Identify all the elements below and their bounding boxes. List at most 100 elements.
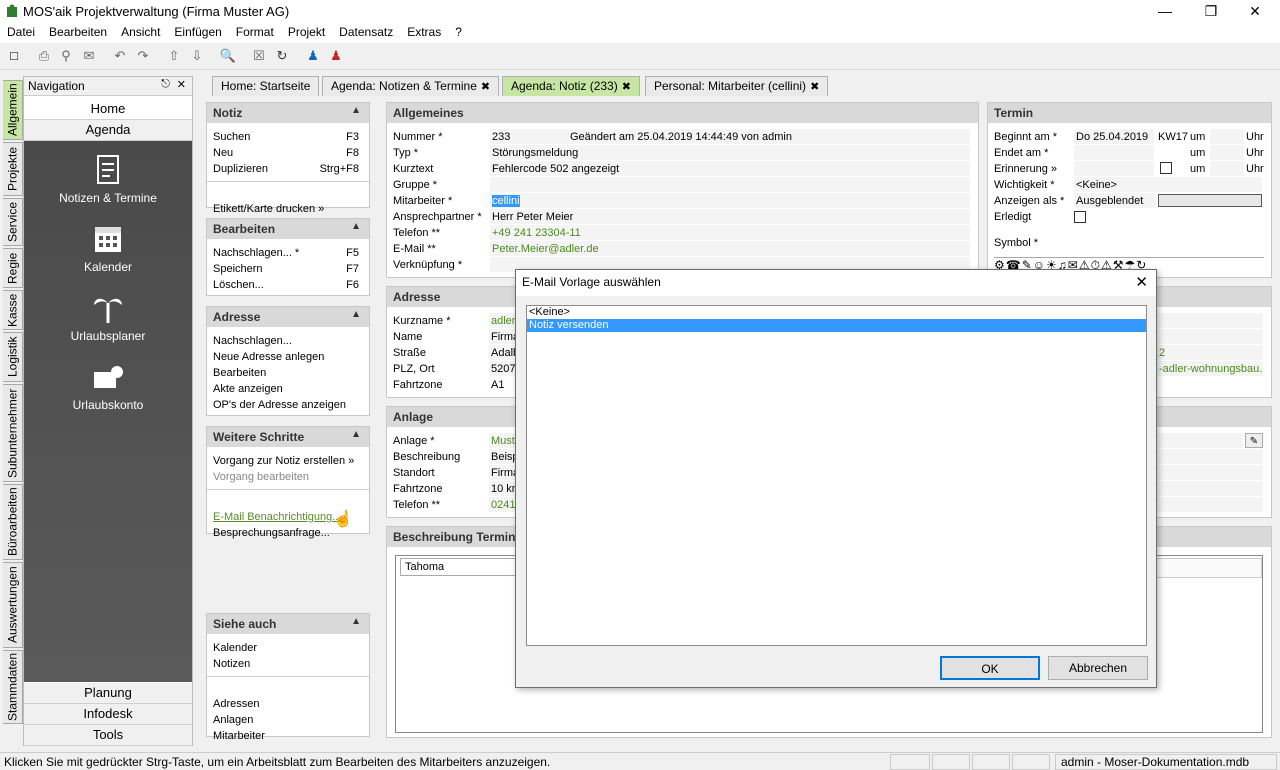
new-document-icon[interactable]: □	[5, 47, 23, 65]
print-preview-icon[interactable]: ⚲	[57, 47, 75, 65]
lookup-icon[interactable]: 🔍	[219, 47, 237, 65]
user-red-icon[interactable]: ♟	[327, 47, 345, 65]
collapse-icon[interactable]: ▲	[351, 105, 361, 116]
task-etikett-drucken[interactable]: Etikett/Karte drucken »	[207, 201, 369, 217]
task-ops-anzeigen[interactable]: OP's der Adresse anzeigen	[207, 397, 369, 413]
vtab-subunternehmer[interactable]: Subunternehmer	[3, 384, 23, 482]
erledigt-checkbox[interactable]	[1074, 211, 1086, 223]
erinnerung-checkbox[interactable]	[1160, 162, 1172, 174]
nav-home[interactable]: Home	[24, 99, 192, 120]
tab-personal[interactable]: Personal: Mitarbeiter (cellini) ✖	[645, 76, 829, 96]
link-adressen[interactable]: Adressen	[207, 696, 369, 712]
minimize-icon[interactable]: —	[1142, 0, 1188, 22]
nav-planung[interactable]: Planung	[24, 683, 192, 704]
print-icon[interactable]: ⎙	[35, 47, 53, 65]
panel-header[interactable]: Adresse ▲	[207, 307, 369, 327]
menu-help[interactable]: ?	[448, 22, 469, 39]
nav-item-urlaubskonto[interactable]: Urlaubskonto	[24, 360, 192, 412]
status-db: admin - Moser-Dokumentation.mdb	[1055, 754, 1277, 770]
move-up-icon[interactable]: ⇧	[165, 47, 183, 65]
undo-icon[interactable]: ↶	[111, 47, 129, 65]
menu-format[interactable]: Format	[229, 22, 281, 39]
close-tab-icon[interactable]: ✖	[481, 81, 490, 93]
link-notizen[interactable]: Notizen	[207, 656, 369, 672]
tab-agenda-notizen[interactable]: Agenda: Notizen & Termine ✖	[322, 76, 500, 96]
task-suchen[interactable]: Suchen F3	[207, 129, 369, 145]
task-vorgang-erstellen[interactable]: Vorgang zur Notiz erstellen »	[207, 453, 369, 469]
menu-bearbeiten[interactable]: Bearbeiten	[42, 22, 114, 39]
cancel-button[interactable]: Abbrechen	[1048, 656, 1148, 680]
collapse-icon[interactable]: ▲	[351, 221, 361, 232]
section-header: Termin	[988, 103, 1271, 123]
nav-item-notizen[interactable]: Notizen & Termine	[24, 153, 192, 205]
task-neue-adresse[interactable]: Neue Adresse anlegen	[207, 349, 369, 365]
font-selector[interactable]: Tahoma	[400, 558, 518, 576]
ok-button[interactable]: OK	[940, 656, 1040, 680]
menu-bar: Datei Bearbeiten Ansicht Einfügen Format Proj…	[0, 22, 1280, 43]
panel-header[interactable]: Bearbeiten ▲	[207, 219, 369, 239]
menu-datensatz[interactable]: Datensatz	[332, 22, 400, 39]
hand-cursor-icon: ☝	[333, 511, 353, 528]
user-blue-icon[interactable]: ♟	[304, 47, 322, 65]
tab-agenda-notiz[interactable]: Agenda: Notiz (233) ✖	[502, 76, 640, 96]
email-template-dialog: E-Mail Vorlage auswählen ✕ <Keine> Notiz…	[515, 269, 1157, 688]
link-mitarbeiter[interactable]: Mitarbeiter	[207, 728, 369, 744]
nav-agenda[interactable]: Agenda	[24, 120, 192, 141]
vtab-allgemein[interactable]: Allgemein	[3, 80, 23, 140]
task-adresse-nachschlagen[interactable]: Nachschlagen...	[207, 333, 369, 349]
template-list[interactable]: <Keine> Notiz versenden	[526, 305, 1147, 646]
task-duplizieren[interactable]: Duplizieren Strg+F8	[207, 161, 369, 177]
status-bar: Klicken Sie mit gedrückter Strg-Taste, u…	[0, 752, 1280, 770]
move-down-icon[interactable]: ⇩	[188, 47, 206, 65]
tab-home[interactable]: Home: Startseite	[212, 76, 320, 96]
menu-projekt[interactable]: Projekt	[281, 22, 332, 39]
nav-item-kalender[interactable]: Kalender	[24, 222, 192, 274]
panel-header[interactable]: Siehe auch ▲	[207, 614, 369, 634]
vtab-bueroarbeiten[interactable]: Büroarbeiten	[3, 484, 23, 560]
refresh-icon[interactable]: ↻	[273, 47, 291, 65]
menu-extras[interactable]: Extras	[400, 22, 448, 39]
close-tab-icon[interactable]: ✖	[810, 81, 819, 93]
nav-tools[interactable]: Tools	[24, 725, 192, 746]
link-kalender[interactable]: Kalender	[207, 640, 369, 656]
mail-icon[interactable]: ✉	[80, 47, 98, 65]
task-nachschlagen[interactable]: Nachschlagen... * F5	[207, 245, 369, 261]
list-item[interactable]: <Keine>	[527, 306, 1146, 319]
task-speichern[interactable]: Speichern F7	[207, 261, 369, 277]
vtab-stammdaten[interactable]: Stammdaten	[3, 650, 23, 724]
vtab-regie[interactable]: Regie	[3, 248, 23, 288]
close-nav-icon[interactable]: ✕	[177, 78, 186, 91]
collapse-icon[interactable]: ▲	[351, 616, 361, 627]
panel-header[interactable]: Weitere Schritte ▲	[207, 427, 369, 447]
task-loeschen[interactable]: Löschen... F6	[207, 277, 369, 293]
vtab-service[interactable]: Service	[3, 198, 23, 246]
close-tab-icon[interactable]: ✖	[622, 81, 631, 93]
panel-header[interactable]: Notiz ▲	[207, 103, 369, 123]
task-neu[interactable]: Neu F8	[207, 145, 369, 161]
nav-infodesk[interactable]: Infodesk	[24, 704, 192, 725]
collapse-icon[interactable]: ▲	[351, 429, 361, 440]
link-anlagen[interactable]: Anlagen	[207, 712, 369, 728]
pin-icon[interactable]: ⎋	[161, 78, 170, 91]
menu-ansicht[interactable]: Ansicht	[114, 22, 167, 39]
edit-pencil-icon[interactable]: ✎	[1245, 433, 1263, 448]
task-akte-anzeigen[interactable]: Akte anzeigen	[207, 381, 369, 397]
vtab-projekte[interactable]: Projekte	[3, 142, 23, 196]
field-kurztext: Kurztext Fehlercode 502 angezeigt	[387, 161, 978, 177]
vtab-auswertungen[interactable]: Auswertungen	[3, 562, 23, 648]
collapse-icon[interactable]: ▲	[351, 309, 361, 320]
menu-einfuegen[interactable]: Einfügen	[167, 22, 228, 39]
nav-item-urlaubsplaner[interactable]: Urlaubsplaner	[24, 291, 192, 343]
vtab-kasse[interactable]: Kasse	[3, 290, 23, 330]
app-icon	[5, 4, 19, 18]
redo-icon[interactable]: ↷	[134, 47, 152, 65]
dialog-close-icon[interactable]: ✕	[1135, 273, 1148, 291]
cancel-edit-icon[interactable]: ☒	[250, 47, 268, 65]
list-item-selected[interactable]: Notiz versenden	[527, 319, 1146, 332]
restore-icon[interactable]: ❐	[1188, 0, 1234, 22]
menu-datei[interactable]: Datei	[0, 22, 42, 39]
task-adresse-bearbeiten[interactable]: Bearbeiten	[207, 365, 369, 381]
vtab-logistik[interactable]: Logistik	[3, 332, 23, 382]
close-icon[interactable]: ✕	[1232, 0, 1278, 22]
navigation-title: Navigation	[28, 79, 85, 93]
